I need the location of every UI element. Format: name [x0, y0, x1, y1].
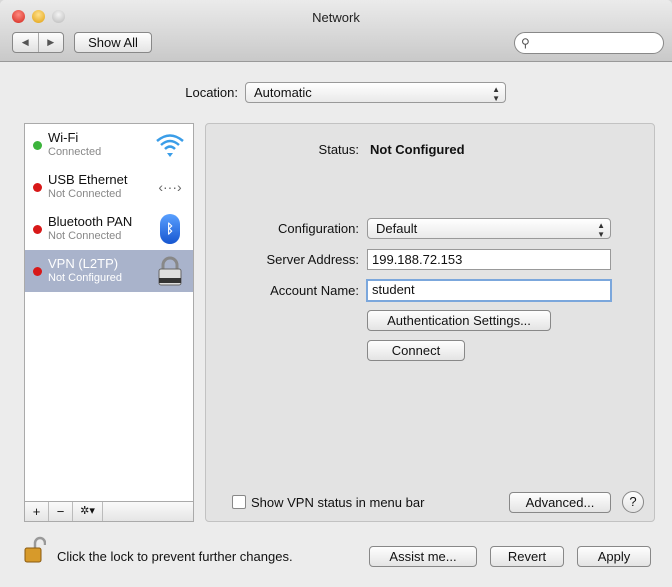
status-dot	[33, 225, 42, 234]
add-service-button[interactable]: +	[25, 502, 49, 521]
service-status: Connected	[48, 146, 102, 158]
service-name: Bluetooth PAN	[48, 214, 133, 229]
wifi-icon	[155, 130, 185, 160]
account-name-label: Account Name:	[270, 283, 359, 298]
server-address-label: Server Address:	[266, 252, 360, 267]
service-item-usb-ethernet[interactable]: USB Ethernet Not Connected ‹···›	[25, 166, 193, 208]
location-label: Location:	[185, 85, 238, 100]
show-vpn-status-checkbox[interactable]	[232, 495, 246, 509]
remove-service-button[interactable]: −	[49, 502, 73, 521]
bluetooth-icon: ᛒ	[155, 214, 185, 244]
location-select[interactable]: Automatic ▲ ▼	[245, 82, 506, 103]
window-title: Network	[312, 10, 360, 25]
status-label: Status:	[318, 142, 359, 157]
ethernet-icon: ‹···›	[158, 179, 182, 195]
service-list: Wi-Fi Connected USB Ethernet Not Connect…	[24, 123, 194, 502]
service-item-vpn[interactable]: VPN (L2TP) Not Configured	[25, 250, 193, 292]
service-item-bluetooth-pan[interactable]: Bluetooth PAN Not Connected ᛒ	[25, 208, 193, 250]
service-list-toolbar: + − ✲▾	[24, 502, 194, 522]
assist-me-button[interactable]: Assist me...	[369, 546, 477, 567]
lock-icon[interactable]	[24, 536, 47, 564]
service-status: Not Connected	[48, 230, 122, 242]
network-window: Network ◀ ▶ Show All ⚲ Location: Automati…	[0, 0, 672, 587]
search-input[interactable]: ⚲	[514, 32, 664, 54]
show-all-button[interactable]: Show All	[74, 32, 152, 53]
revert-button[interactable]: Revert	[490, 546, 564, 567]
updown-icon: ▲ ▼	[492, 85, 500, 103]
updown-icon: ▲ ▼	[597, 221, 605, 239]
configuration-value: Default	[376, 221, 418, 236]
service-status: Not Connected	[48, 188, 122, 200]
apply-button[interactable]: Apply	[577, 546, 651, 567]
titlebar: Network ◀ ▶ Show All ⚲	[0, 0, 672, 62]
service-name: VPN (L2TP)	[48, 256, 119, 271]
lock-text: Click the lock to prevent further change…	[57, 549, 293, 564]
action-menu-button[interactable]: ✲▾	[73, 502, 103, 521]
status-value: Not Configured	[370, 142, 465, 157]
back-forward-buttons[interactable]: ◀ ▶	[12, 32, 64, 53]
status-dot	[33, 267, 42, 276]
help-button[interactable]: ?	[622, 491, 644, 513]
advanced-button[interactable]: Advanced...	[509, 492, 611, 513]
connect-button[interactable]: Connect	[367, 340, 465, 361]
back-icon[interactable]: ◀	[13, 33, 39, 52]
service-status: Not Configured	[48, 272, 122, 284]
configuration-label: Configuration:	[278, 221, 359, 236]
authentication-settings-button[interactable]: Authentication Settings...	[367, 310, 551, 331]
status-dot	[33, 183, 42, 192]
configuration-select[interactable]: Default ▲ ▼	[367, 218, 611, 239]
service-name: Wi-Fi	[48, 130, 79, 145]
search-icon: ⚲	[521, 36, 530, 50]
show-vpn-status-label: Show VPN status in menu bar	[251, 495, 425, 510]
lock-icon	[155, 256, 185, 286]
service-item-wifi[interactable]: Wi-Fi Connected	[25, 124, 193, 166]
status-dot	[33, 141, 42, 150]
service-name: USB Ethernet	[48, 172, 128, 187]
location-value: Automatic	[254, 85, 312, 100]
forward-icon[interactable]: ▶	[39, 33, 64, 52]
account-name-input[interactable]: student	[366, 279, 612, 302]
server-address-input[interactable]: 199.188.72.153	[367, 249, 611, 270]
